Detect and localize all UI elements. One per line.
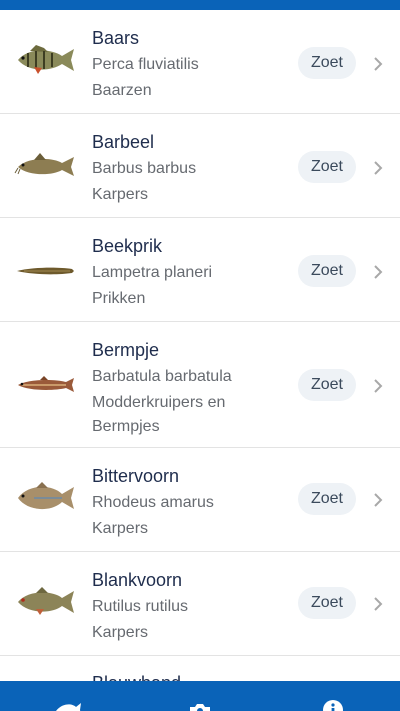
list-item[interactable]: Baars Perca fluviatilis Baarzen Zoet bbox=[0, 10, 400, 114]
chevron-right-icon bbox=[374, 379, 383, 393]
chevron-right-icon bbox=[374, 57, 383, 71]
water-type-badge: Zoet bbox=[298, 587, 356, 619]
list-item[interactable]: Blankvoorn Rutilus rutilus Karpers Zoet bbox=[0, 552, 400, 656]
barbel-fish-icon bbox=[14, 153, 74, 176]
water-type-badge: Zoet bbox=[298, 483, 356, 515]
bottom-navigation bbox=[0, 681, 400, 711]
species-name: Barbeel bbox=[92, 132, 155, 152]
lamprey-fish-icon bbox=[17, 267, 74, 275]
species-name: Beekprik bbox=[92, 236, 163, 256]
species-scientific-name: Lampetra planeri bbox=[92, 264, 213, 281]
species-scientific-name: Barbatula barbatula bbox=[92, 368, 232, 385]
top-app-bar bbox=[0, 0, 400, 10]
species-family: Karpers bbox=[92, 624, 149, 641]
list-item[interactable]: Bittervoorn Rhodeus amarus Karpers Zoet bbox=[0, 448, 400, 552]
chevron-right-icon bbox=[374, 493, 383, 507]
species-family: Prikken bbox=[92, 290, 146, 307]
species-name: Baars bbox=[92, 28, 140, 48]
loach-fish-icon bbox=[18, 376, 74, 392]
water-type-badge: Zoet bbox=[298, 255, 356, 287]
water-type-badge: Zoet bbox=[298, 47, 356, 79]
species-scientific-name: Rhodeus amarus bbox=[92, 494, 214, 511]
species-family: Karpers bbox=[92, 186, 149, 203]
chevron-right-icon bbox=[374, 161, 383, 175]
species-list[interactable]: Baars Perca fluviatilis Baarzen Zoet Bar… bbox=[0, 10, 400, 711]
roach-fish-icon bbox=[18, 587, 74, 615]
list-item[interactable]: Beekprik Lampetra planeri Prikken Zoet bbox=[0, 218, 400, 322]
species-name: Blankvoorn bbox=[92, 570, 183, 590]
species-family: Karpers bbox=[92, 520, 149, 537]
camera-icon[interactable] bbox=[188, 701, 212, 711]
species-name: Bittervoorn bbox=[92, 466, 180, 486]
list-item[interactable]: Barbeel Barbus barbus Karpers Zoet bbox=[0, 114, 400, 218]
bitterling-fish-icon bbox=[18, 482, 74, 510]
species-scientific-name: Barbus barbus bbox=[92, 160, 197, 177]
info-icon[interactable] bbox=[322, 699, 344, 711]
species-name: Bermpje bbox=[92, 340, 160, 360]
fish-icon[interactable] bbox=[54, 701, 82, 711]
species-family: Baarzen bbox=[92, 82, 152, 99]
list-item[interactable]: Bermpje Barbatula barbatula Modderkruipe… bbox=[0, 322, 400, 448]
chevron-right-icon bbox=[374, 597, 383, 611]
perch-fish-icon bbox=[18, 45, 74, 74]
chevron-right-icon bbox=[374, 265, 383, 279]
species-scientific-name: Rutilus rutilus bbox=[92, 598, 189, 615]
water-type-badge: Zoet bbox=[298, 151, 356, 183]
water-type-badge: Zoet bbox=[298, 369, 356, 401]
species-family: Modderkruipers en Bermpjes bbox=[92, 394, 226, 435]
species-scientific-name: Perca fluviatilis bbox=[92, 56, 199, 73]
